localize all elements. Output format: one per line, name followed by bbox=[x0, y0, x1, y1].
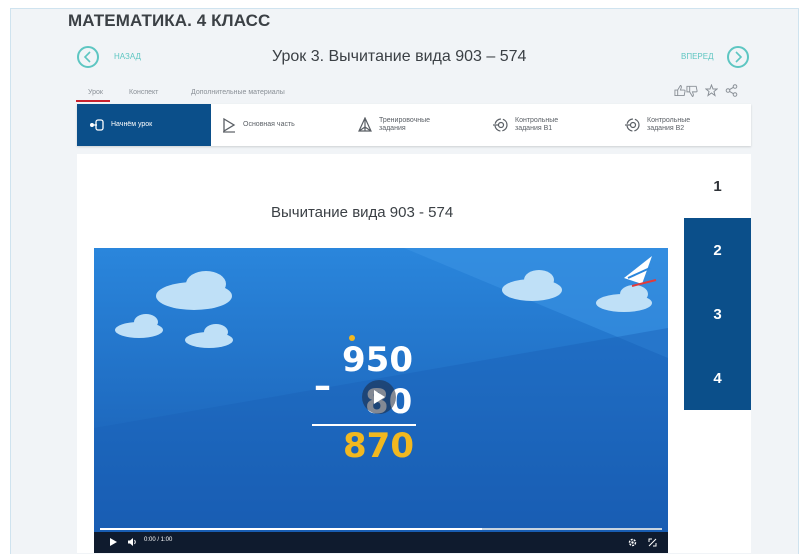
active-tab-indicator bbox=[76, 100, 110, 102]
section-label: Контрольные задания В1 bbox=[515, 117, 559, 132]
section-label: Тренировочные задания bbox=[379, 117, 431, 132]
lesson-title: Урок 3. Вычитание вида 903 – 574 bbox=[272, 48, 527, 65]
step-3[interactable]: 3 bbox=[684, 282, 751, 346]
time-display: 0:00 / 1:00 bbox=[144, 537, 173, 543]
minus-sign: – bbox=[314, 366, 331, 406]
chevron-left-icon bbox=[83, 51, 91, 63]
video-controls bbox=[94, 532, 668, 553]
video-progress-bar[interactable] bbox=[100, 528, 662, 530]
back-label[interactable]: НАЗАД bbox=[114, 52, 141, 61]
step-4[interactable]: 4 bbox=[684, 346, 751, 410]
star-icon[interactable] bbox=[705, 84, 718, 97]
chevron-right-icon bbox=[735, 51, 743, 63]
section-control-b1[interactable]: Контрольные задания В1 bbox=[493, 104, 603, 146]
step-2[interactable]: 2 bbox=[684, 218, 751, 282]
target-icon bbox=[493, 118, 508, 132]
result: 870 bbox=[343, 426, 414, 466]
pyramid-icon bbox=[358, 117, 372, 132]
forward-button[interactable] bbox=[727, 46, 749, 68]
section-start[interactable]: Начнём урок bbox=[77, 104, 211, 146]
section-control-b2[interactable]: Контрольные задания В2 bbox=[625, 104, 735, 146]
step-1[interactable]: 1 bbox=[684, 154, 751, 218]
play-square-icon bbox=[223, 117, 236, 133]
section-training[interactable]: Тренировочные задания bbox=[357, 104, 467, 146]
video-caption: Вычитание вида 903 - 574 bbox=[271, 204, 454, 221]
lesson-sections-toolbar: Начнём урок Основная часть Тренировочные… bbox=[77, 104, 751, 146]
fullscreen-icon[interactable] bbox=[648, 538, 657, 547]
play-button[interactable] bbox=[362, 380, 396, 414]
play-icon bbox=[374, 390, 385, 404]
section-label: Контрольные задания В2 bbox=[647, 117, 691, 132]
back-button[interactable] bbox=[77, 46, 99, 68]
volume-icon[interactable] bbox=[128, 538, 137, 546]
tab-summary[interactable]: Конспект bbox=[129, 89, 158, 96]
section-label: Основная часть bbox=[243, 121, 295, 128]
section-main[interactable]: Основная часть bbox=[221, 104, 331, 146]
progress-fill bbox=[100, 528, 483, 530]
start-icon bbox=[90, 119, 104, 131]
thumbs-icons[interactable] bbox=[674, 84, 698, 97]
share-icon[interactable] bbox=[725, 84, 738, 97]
lesson-actions bbox=[674, 84, 738, 97]
minuend: 950 bbox=[342, 340, 413, 380]
play-small-icon[interactable] bbox=[110, 538, 117, 546]
tab-lesson[interactable]: Урок bbox=[88, 89, 103, 96]
video-player[interactable]: 950 – 80 870 0:00 / 1:00 bbox=[94, 248, 668, 553]
target-icon bbox=[625, 118, 640, 132]
forward-label[interactable]: ВПЕРЕД bbox=[681, 52, 714, 61]
settings-gear-icon[interactable] bbox=[628, 538, 637, 547]
section-label: Начнём урок bbox=[111, 121, 153, 128]
course-title: МАТЕМАТИКА. 4 КЛАСС bbox=[68, 11, 271, 30]
tab-extra-materials[interactable]: Дополнительные материалы bbox=[191, 89, 285, 96]
